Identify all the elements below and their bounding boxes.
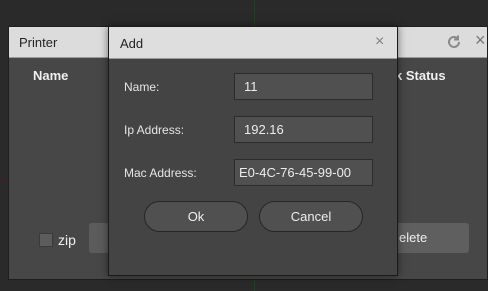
name-label: Name: bbox=[124, 80, 160, 94]
column-header-status-label: Status bbox=[405, 68, 446, 83]
close-icon[interactable]: × bbox=[475, 30, 486, 51]
name-input[interactable] bbox=[234, 73, 373, 100]
ip-address-input[interactable] bbox=[234, 116, 373, 143]
mac-address-input[interactable] bbox=[234, 159, 373, 186]
column-header-name: Name bbox=[33, 68, 69, 83]
ip-address-label: Ip Address: bbox=[124, 123, 185, 137]
column-header-status: k Status bbox=[395, 68, 446, 83]
zip-checkbox[interactable] bbox=[39, 233, 53, 247]
add-dialog: Add × Name: Ip Address: Mac Address: Ok … bbox=[108, 26, 398, 276]
cancel-button[interactable]: Cancel bbox=[259, 201, 363, 232]
dialog-title: Add bbox=[120, 36, 144, 51]
dialog-titlebar: Add × bbox=[109, 27, 397, 59]
zip-label: zip bbox=[58, 232, 76, 248]
ok-button[interactable]: Ok bbox=[144, 201, 248, 232]
close-icon[interactable]: × bbox=[375, 33, 384, 51]
printer-window-title: Printer bbox=[19, 35, 58, 50]
refresh-icon[interactable] bbox=[445, 33, 463, 51]
mac-address-label: Mac Address: bbox=[124, 166, 197, 180]
